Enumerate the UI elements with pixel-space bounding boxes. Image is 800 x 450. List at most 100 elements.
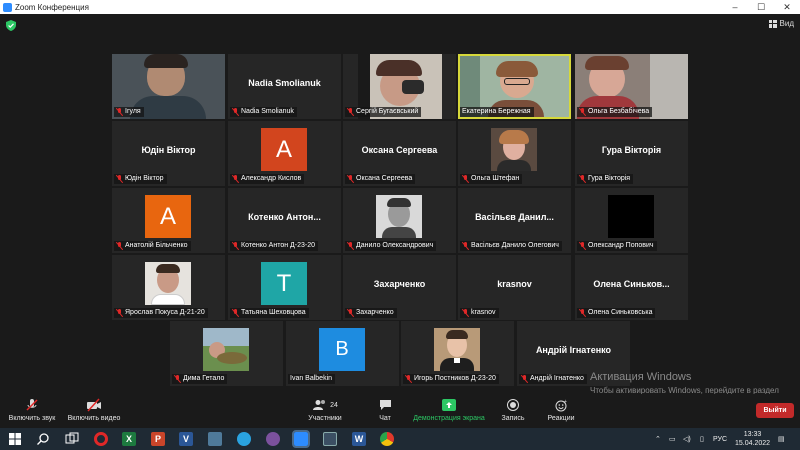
participants-count: 24: [330, 401, 338, 409]
paint-icon[interactable]: [208, 432, 222, 446]
zoom-taskbar-icon[interactable]: [292, 430, 310, 448]
participant-caption: Котенко Антон Д-23-20: [230, 241, 319, 251]
powerpoint-icon[interactable]: P: [151, 432, 165, 446]
participant-photo: [608, 195, 654, 238]
mic-muted-icon: [174, 375, 181, 383]
mic-muted-icon: [521, 375, 528, 383]
language-indicator[interactable]: РУС: [713, 428, 727, 450]
participant-tile[interactable]: Юдін Віктор Юдін Віктор: [112, 121, 225, 186]
viber-icon[interactable]: [266, 432, 280, 446]
participant-tile[interactable]: Котенко Антон... Котенко Антон Д-23-20: [228, 188, 341, 253]
participant-tile[interactable]: Ігуля: [112, 54, 225, 119]
mic-muted-icon: [462, 242, 469, 250]
svg-text:+: +: [564, 399, 567, 405]
participant-tile[interactable]: Ольга Безбабічева: [575, 54, 688, 119]
word-app-icon[interactable]: V: [179, 432, 193, 446]
mic-muted-icon: [579, 175, 586, 183]
participant-photo: [434, 328, 480, 371]
participant-tile[interactable]: A Александр Кислов: [228, 121, 341, 186]
share-screen-button[interactable]: Демонстрация экрана: [408, 398, 490, 422]
mic-muted-icon: [579, 108, 586, 116]
participant-tile[interactable]: T Татьяна Шеховцова: [228, 255, 341, 320]
record-button[interactable]: Запись: [496, 398, 530, 422]
windows-taskbar: X P V W ⌃ ▭ ◁) ▯ РУС 13:33 15.04.2022 ▤: [0, 428, 800, 450]
reactions-icon: +: [555, 399, 567, 411]
video-off-icon: [87, 398, 101, 412]
close-button[interactable]: ✕: [774, 2, 800, 13]
participant-tile[interactable]: Ярослав Покуса Д-21-20: [112, 255, 225, 320]
participant-tile[interactable]: A Анатолій Більченко: [112, 188, 225, 253]
participant-tile[interactable]: Сергій Бугаєвський: [343, 54, 456, 119]
participant-display-name: Котенко Антон...: [248, 212, 321, 222]
volume-icon[interactable]: ◁): [683, 428, 691, 450]
participant-caption: krasnov: [460, 308, 499, 318]
participant-tile[interactable]: Оксана Сергеева Оксана Сергеева: [343, 121, 456, 186]
mic-muted-icon: [116, 309, 123, 317]
participant-photo: [145, 262, 191, 305]
network-icon[interactable]: ▭: [669, 428, 676, 450]
participants-icon: [313, 400, 326, 410]
battery-icon[interactable]: ▯: [700, 428, 704, 450]
mic-muted-icon: [405, 375, 412, 383]
participant-tile[interactable]: Олександр Попович: [575, 188, 688, 253]
participant-tile[interactable]: B Ivan Balbekin: [286, 321, 399, 386]
participant-caption: Ігуля: [114, 107, 144, 117]
participant-avatar: B: [319, 328, 365, 371]
taskbar-clock[interactable]: 13:33 15.04.2022: [735, 430, 770, 448]
participant-tile[interactable]: Данило Олександрович: [343, 188, 456, 253]
notifications-icon[interactable]: ▤: [778, 428, 785, 450]
chrome-icon[interactable]: [380, 432, 394, 446]
participant-tile[interactable]: Nadia Smolianuk Nadia Smolianuk: [228, 54, 341, 119]
task-view-icon[interactable]: [65, 432, 79, 446]
participant-caption: Екатерина Бережная: [460, 107, 534, 117]
mic-muted-icon: [232, 108, 239, 116]
participant-caption: Захарченко: [345, 308, 397, 318]
telegram-icon[interactable]: [237, 432, 251, 446]
participant-tile[interactable]: Гура Вікторія Гура Вікторія: [575, 121, 688, 186]
participant-avatar: A: [145, 195, 191, 238]
participant-tile[interactable]: Игорь Постников Д-23-20: [401, 321, 514, 386]
record-icon: [507, 399, 519, 411]
opera-icon[interactable]: [94, 432, 108, 446]
mic-muted-icon: [347, 309, 354, 317]
start-video-button[interactable]: Включить видео: [64, 398, 124, 422]
participant-avatar: T: [261, 262, 307, 305]
maximize-button[interactable]: ☐: [748, 2, 774, 13]
zoom-app-icon: [3, 2, 12, 12]
participant-tile[interactable]: Захарченко Захарченко: [343, 255, 456, 320]
reactions-button[interactable]: + Реакции: [544, 398, 578, 423]
participant-tile[interactable]: krasnov krasnov: [458, 255, 571, 320]
participant-caption: Nadia Smolianuk: [230, 107, 297, 117]
participants-button[interactable]: 24 Участники: [304, 398, 346, 422]
leave-meeting-button[interactable]: Выйти: [756, 403, 794, 418]
word-icon[interactable]: W: [352, 432, 366, 446]
excel-icon[interactable]: X: [122, 432, 136, 446]
minimize-button[interactable]: –: [722, 2, 748, 12]
participant-tile-active-speaker[interactable]: Екатерина Бережная: [458, 54, 571, 119]
windows-start-icon[interactable]: [8, 432, 22, 446]
participant-tile[interactable]: Дима Гетало: [170, 321, 283, 386]
watermark-title: Активация Windows: [590, 371, 692, 383]
participant-caption: Игорь Постников Д-23-20: [403, 374, 499, 384]
search-icon[interactable]: [36, 432, 50, 446]
participant-caption: Татьяна Шеховцова: [230, 308, 309, 318]
participant-tile[interactable]: Васільєв Данил... Васільєв Данило Олегов…: [458, 188, 571, 253]
participant-display-name: Юдін Віктор: [141, 145, 196, 155]
participant-tile[interactable]: Олена Синьков... Олена Синьковська: [575, 255, 688, 320]
tray-expand-icon[interactable]: ⌃: [655, 428, 661, 450]
window-title: Zoom Конференция: [15, 2, 89, 12]
chat-button[interactable]: Чат: [370, 398, 400, 422]
file-explorer-icon[interactable]: [323, 432, 337, 446]
mic-muted-icon: [232, 175, 239, 183]
participant-caption: Андрій Ігнатенко: [519, 374, 587, 384]
participant-caption: Данило Олександрович: [345, 241, 437, 251]
security-shield-icon[interactable]: [6, 20, 16, 31]
view-button[interactable]: Вид: [768, 19, 794, 28]
mic-muted-icon: [232, 309, 239, 317]
mic-muted-icon: [462, 309, 469, 317]
participant-tile[interactable]: Ольга Штефан: [458, 121, 571, 186]
participant-display-name: krasnov: [497, 279, 532, 289]
unmute-button[interactable]: Включить звук: [4, 398, 60, 422]
participant-caption: Ярослав Покуса Д-21-20: [114, 308, 208, 318]
mic-muted-icon: [232, 242, 239, 250]
